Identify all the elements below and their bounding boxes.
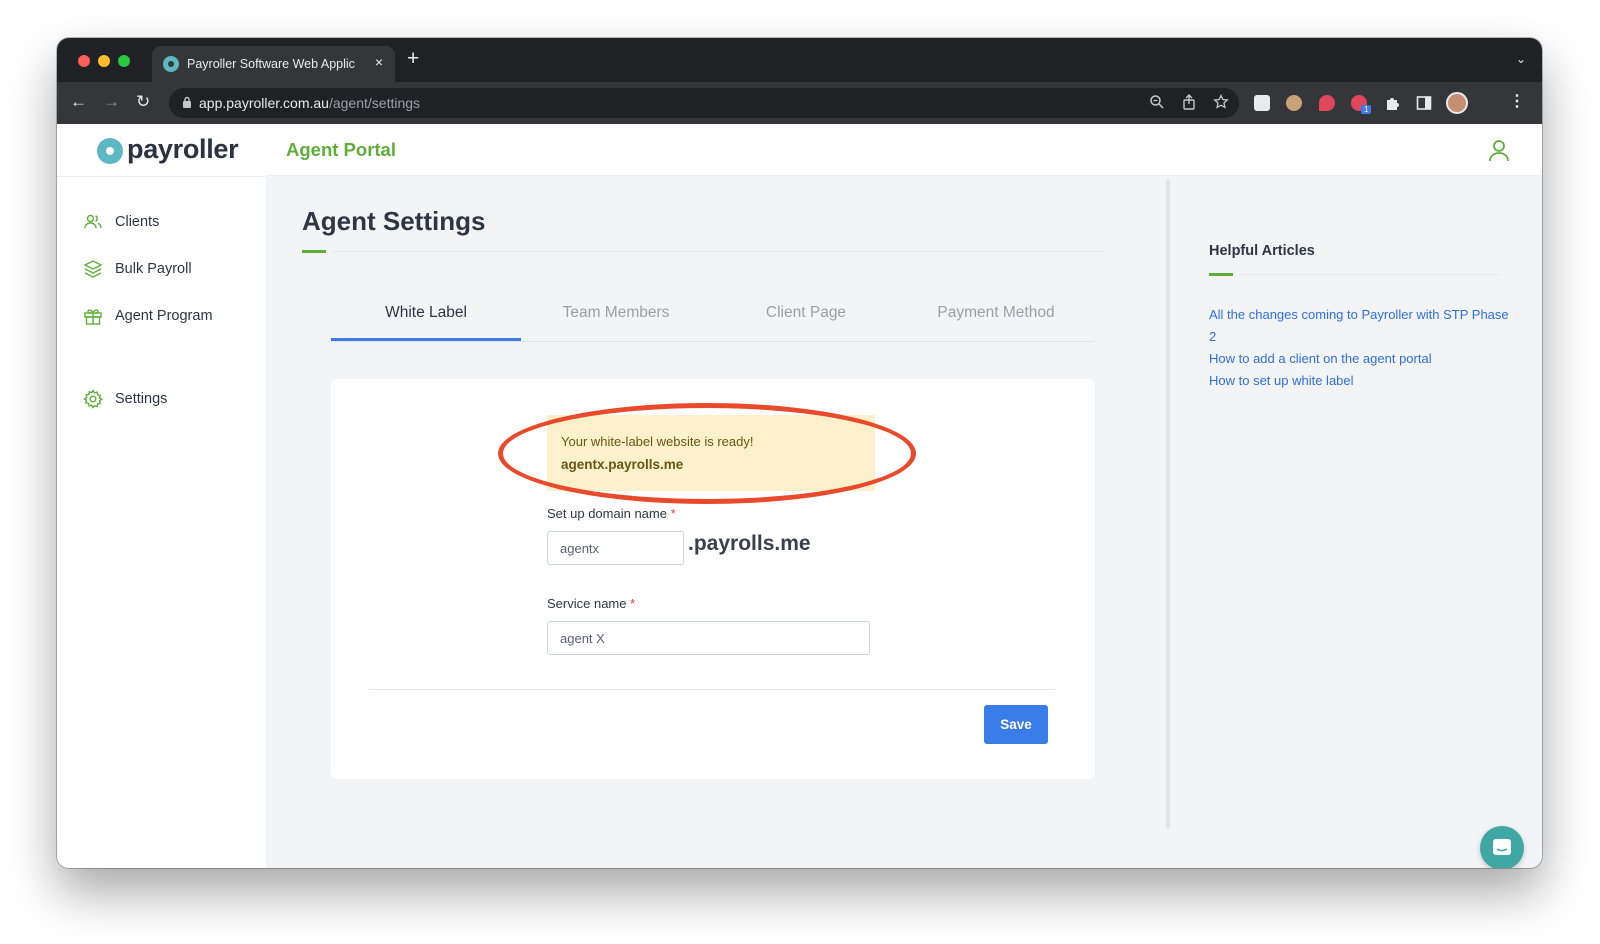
service-label-text: Service name [547,596,627,611]
help-link-white-label[interactable]: How to set up white label [1209,370,1509,392]
sidebar-divider [57,176,266,177]
browser-window: Payroller Software Web Applic × + ⌄ ← → … [57,38,1542,868]
tab-search-chevron-icon[interactable]: ⌄ [1516,52,1526,66]
logo-mark-icon [97,138,123,164]
domain-field-label: Set up domain name * [547,506,676,521]
card-divider [369,689,1055,690]
users-icon [84,214,102,229]
logo-text: payroller [127,134,239,164]
back-arrow-icon[interactable]: ← [70,92,87,112]
domain-label-text: Set up domain name [547,506,667,521]
lock-icon [183,96,191,108]
maximize-window-button[interactable] [118,55,130,67]
tab-title: Payroller Software Web Applic [187,57,355,71]
reload-icon[interactable]: ↻ [136,92,150,112]
service-field-label: Service name * [547,596,635,611]
browser-tab[interactable]: Payroller Software Web Applic × [152,46,395,82]
sidebar-item-agent-program[interactable]: Agent Program [83,305,213,327]
help-divider [1239,274,1499,275]
tab-white-label[interactable]: White Label [331,304,521,322]
service-name-input[interactable] [547,621,870,655]
title-accent-bar [302,250,326,253]
gear-icon [83,389,103,409]
share-icon[interactable] [1182,94,1196,110]
tab-payment-method[interactable]: Payment Method [901,304,1091,322]
page-title: Agent Settings [302,206,486,236]
side-panel-icon[interactable] [1416,95,1432,111]
sidebar-item-clients[interactable]: Clients [83,211,159,233]
tab-strip: Payroller Software Web Applic × + ⌄ [57,38,1542,82]
help-link-stp-phase-2[interactable]: All the changes coming to Payroller with… [1209,304,1509,348]
bookmark-star-icon[interactable] [1213,94,1229,110]
close-window-button[interactable] [78,55,90,67]
address-bar[interactable]: app.payroller.com.au/agent/settings [169,88,1239,118]
url-path: /agent/settings [328,95,421,111]
sidebar-item-bulk-payroll[interactable]: Bulk Payroll [83,258,192,280]
settings-tabs: White Label Team Members Client Page Pay… [331,300,1095,342]
tab-client-page[interactable]: Client Page [711,304,901,322]
minimize-window-button[interactable] [98,55,110,67]
new-tab-button[interactable]: + [407,48,419,69]
help-accent-bar [1209,273,1233,276]
portal-title: Agent Portal [286,139,396,160]
tab-close-icon[interactable]: × [375,54,383,70]
extension-red-icon[interactable] [1319,95,1335,111]
sidebar: payroller Clients Bulk Payroll Agent Pro… [57,124,266,868]
domain-name-input[interactable] [547,531,684,565]
url-host: app.payroller.com.au [199,95,329,111]
active-tab-indicator [331,338,521,341]
forward-arrow-icon[interactable]: → [103,92,120,112]
extension-badge-count: 1 [1361,105,1372,114]
user-account-icon[interactable] [1488,139,1510,163]
required-mark: * [630,596,636,611]
sidebar-item-label: Bulk Payroll [115,261,192,277]
zoom-icon[interactable] [1149,94,1165,110]
required-mark: * [670,506,676,521]
sidebar-item-label: Clients [115,214,160,230]
browser-toolbar: ← → ↻ app.payroller.com.au/agent/setting… [57,82,1542,124]
top-bar: Agent Portal [266,124,1542,176]
qr-extension-icon[interactable] [1254,95,1270,111]
highlight-annotation-ellipse [498,403,916,504]
sidebar-item-label: Agent Program [115,308,213,324]
white-label-card: Your white-label website is ready! agent… [331,379,1095,779]
url-text: app.payroller.com.au/agent/settings [199,95,420,111]
sidebar-item-label: Settings [115,391,168,407]
puzzle-extensions-icon[interactable] [1384,95,1400,111]
chrome-menu-icon[interactable]: ⋮ [1509,91,1525,111]
face-extension-icon[interactable] [1286,95,1302,111]
sidebar-item-settings[interactable]: Settings [83,388,167,410]
domain-suffix: .payrolls.me [688,532,811,555]
content-scrollbar[interactable] [1166,179,1170,829]
title-divider [332,251,1104,252]
payroller-favicon-icon [163,56,179,72]
profile-avatar[interactable] [1446,92,1468,114]
app-area: payroller Clients Bulk Payroll Agent Pro… [57,124,1542,868]
chat-launcher-button[interactable] [1480,826,1524,868]
help-link-add-client[interactable]: How to add a client on the agent portal [1209,348,1509,370]
save-button[interactable]: Save [984,705,1048,744]
tab-team-members[interactable]: Team Members [521,304,711,322]
helpful-articles-title: Helpful Articles [1209,243,1315,259]
layers-icon [83,260,103,278]
gift-icon [84,309,102,325]
chat-icon [1493,839,1511,855]
